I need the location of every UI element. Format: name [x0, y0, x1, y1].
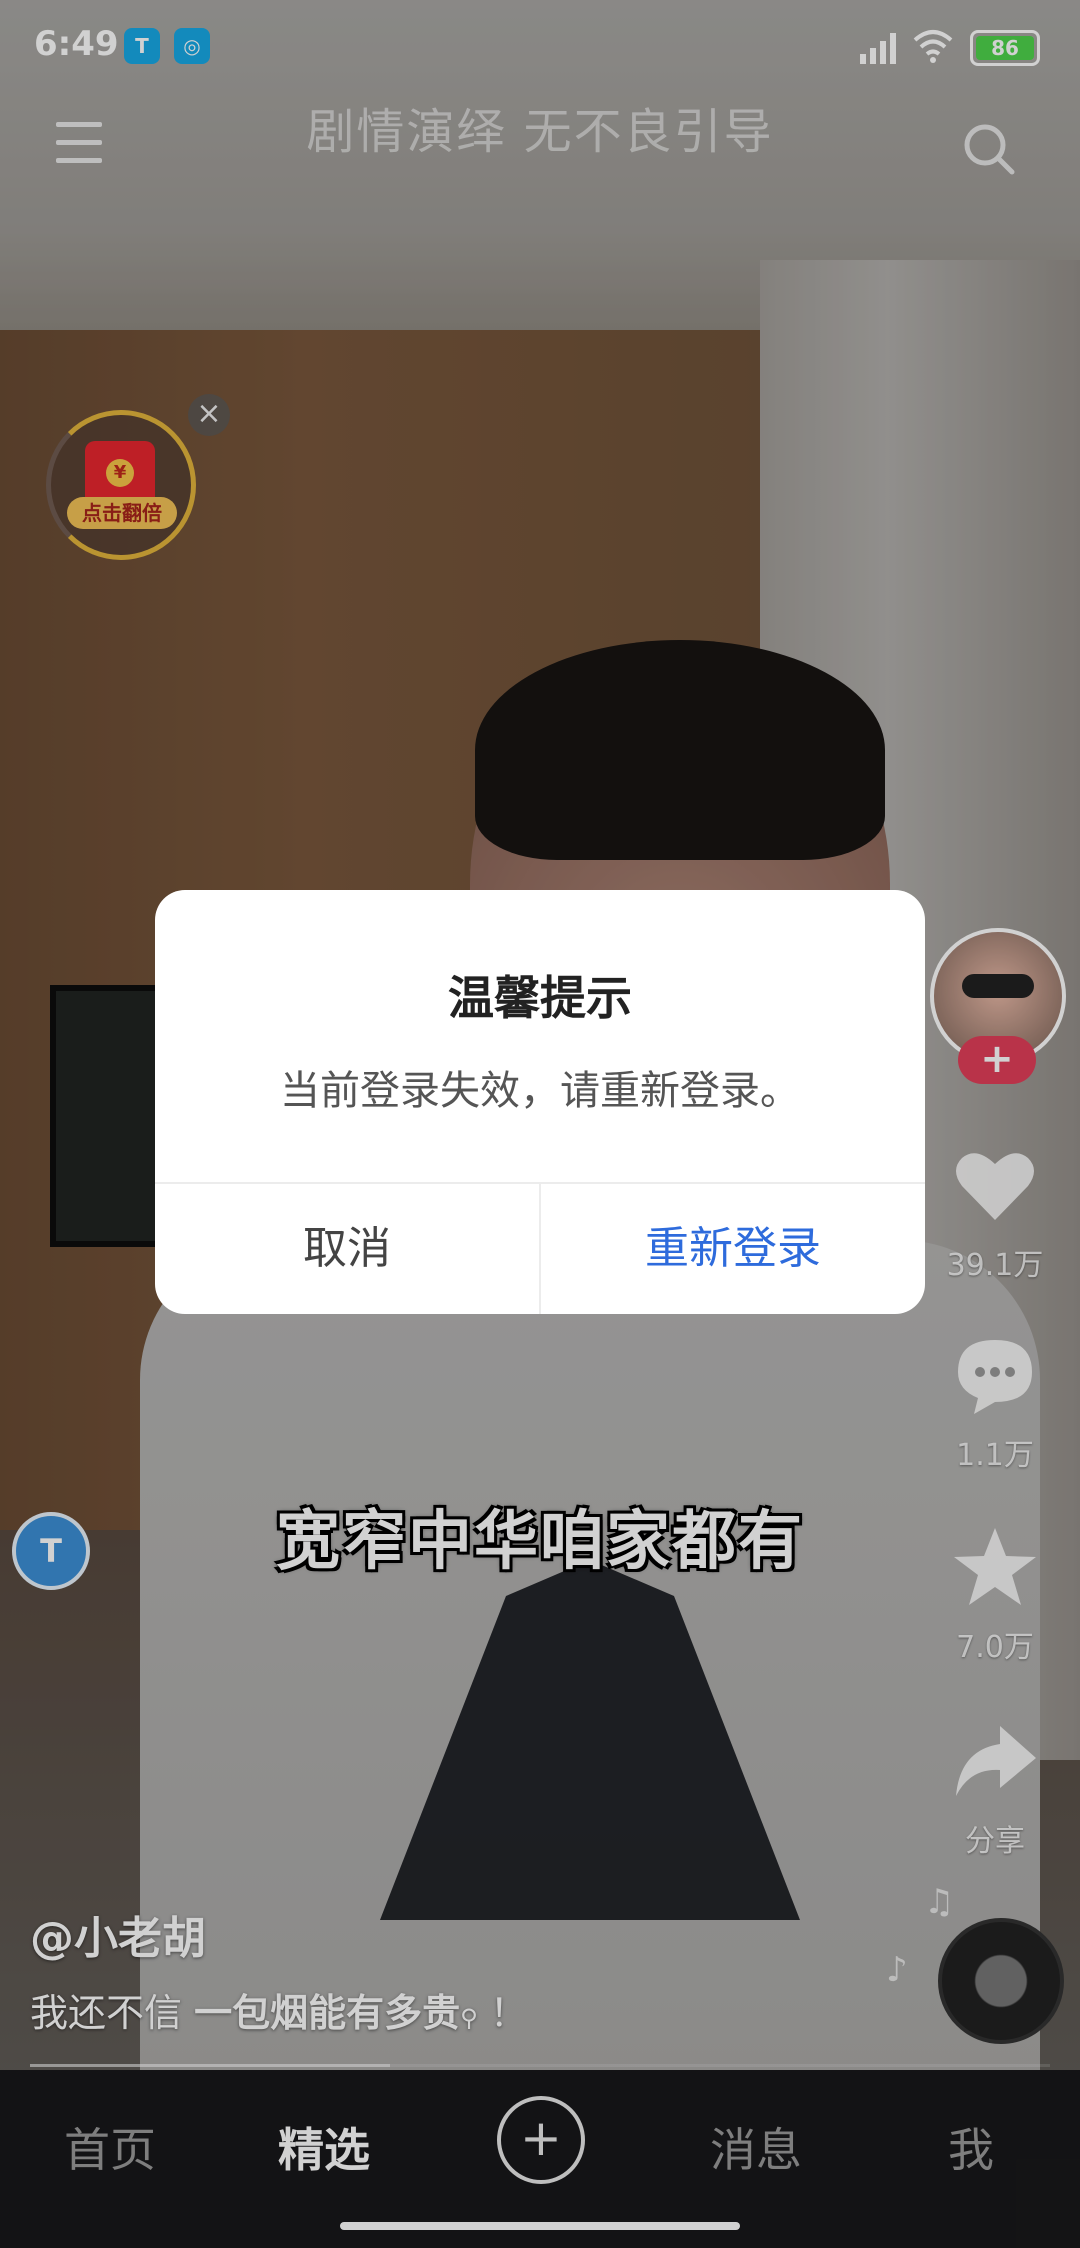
login-expired-dialog: 温馨提示 当前登录失效，请重新登录。 取消 重新登录 — [155, 890, 925, 1314]
cancel-button[interactable]: 取消 — [155, 1184, 539, 1314]
relogin-button[interactable]: 重新登录 — [541, 1184, 925, 1314]
dialog-title: 温馨提示 — [448, 971, 632, 1025]
dialog-message: 当前登录失效，请重新登录。 — [280, 1068, 800, 1114]
